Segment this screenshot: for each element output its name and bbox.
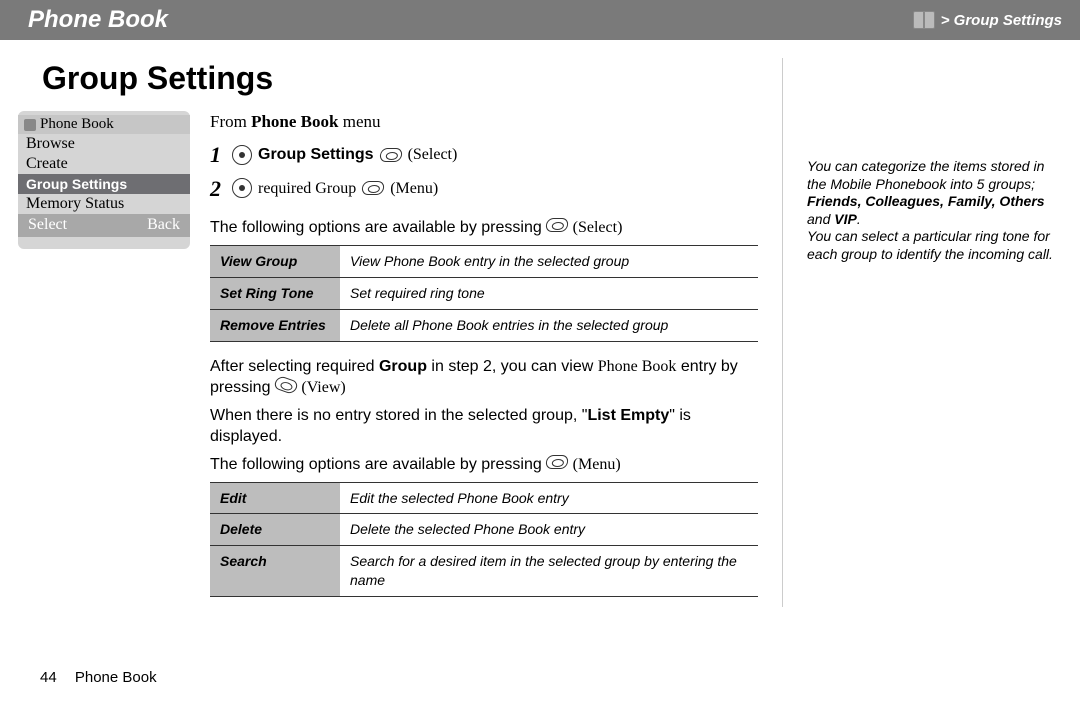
select-icon — [361, 181, 385, 195]
phone-menu-item: Browse — [18, 134, 190, 154]
step-number: 1 — [210, 140, 226, 170]
phone-menu-item: Memory Status — [18, 194, 190, 214]
table-row: SearchSearch for a desired item in the s… — [210, 546, 758, 597]
options-table-1: View GroupView Phone Book entry in the s… — [210, 245, 758, 342]
phone-screenshot: Phone Book Browse Create Group Settings … — [18, 111, 190, 249]
table-row: Set Ring ToneSet required ring tone — [210, 277, 758, 309]
phone-menu-item-selected: Group Settings — [18, 174, 190, 194]
table-row: Remove EntriesDelete all Phone Book entr… — [210, 309, 758, 341]
table-row: View GroupView Phone Book entry in the s… — [210, 245, 758, 277]
page-number: 44 — [40, 669, 57, 686]
view-icon — [272, 375, 299, 395]
select-icon — [545, 455, 569, 469]
from-line: From Phone Book menu — [210, 111, 758, 134]
select-icon — [379, 148, 403, 162]
sidebar-note: You can categorize the items stored in t… — [807, 58, 1062, 607]
step-action: (Select) — [408, 144, 458, 166]
phone-menu-item: Create — [18, 154, 190, 174]
nav-icon — [232, 178, 252, 198]
step-2: 2 required Group (Menu) — [210, 174, 758, 204]
section-title: Group Settings — [42, 60, 758, 97]
options-table-2: EditEdit the selected Phone Book entry D… — [210, 482, 758, 598]
header-bar: Phone Book > Group Settings — [0, 0, 1080, 40]
step-1: 1 Group Settings (Select) — [210, 140, 758, 170]
chapter-name: Phone Book — [75, 669, 157, 686]
page-footer: 44 Phone Book — [40, 669, 157, 686]
breadcrumb: > Group Settings — [913, 11, 1062, 29]
main-column: Group Settings Phone Book Browse Create … — [18, 58, 758, 607]
avail-line-2: The following options are available by p… — [210, 454, 758, 476]
phone-screen-title: Phone Book — [18, 115, 190, 134]
mid-para-1: After selecting required Group in step 2… — [210, 356, 758, 399]
divider — [782, 58, 783, 607]
phone-softkeys: Select Back — [18, 214, 190, 237]
book-icon — [913, 11, 935, 29]
table-row: DeleteDelete the selected Phone Book ent… — [210, 514, 758, 546]
softkey-right: Back — [147, 216, 180, 234]
header-title: Phone Book — [28, 6, 168, 34]
mid-para-2: When there is no entry stored in the sel… — [210, 405, 758, 448]
step-bold: Group Settings — [258, 144, 374, 166]
nav-icon — [232, 145, 252, 165]
instructions: From Phone Book menu 1 Group Settings (S… — [210, 111, 758, 607]
step-action: (Menu) — [390, 178, 438, 200]
avail-line-1: The following options are available by p… — [210, 217, 758, 239]
step-plain: required Group — [258, 178, 356, 200]
select-icon — [545, 218, 569, 232]
step-number: 2 — [210, 174, 226, 204]
table-row: EditEdit the selected Phone Book entry — [210, 482, 758, 514]
softkey-left: Select — [28, 216, 67, 234]
breadcrumb-text: > Group Settings — [941, 12, 1062, 29]
